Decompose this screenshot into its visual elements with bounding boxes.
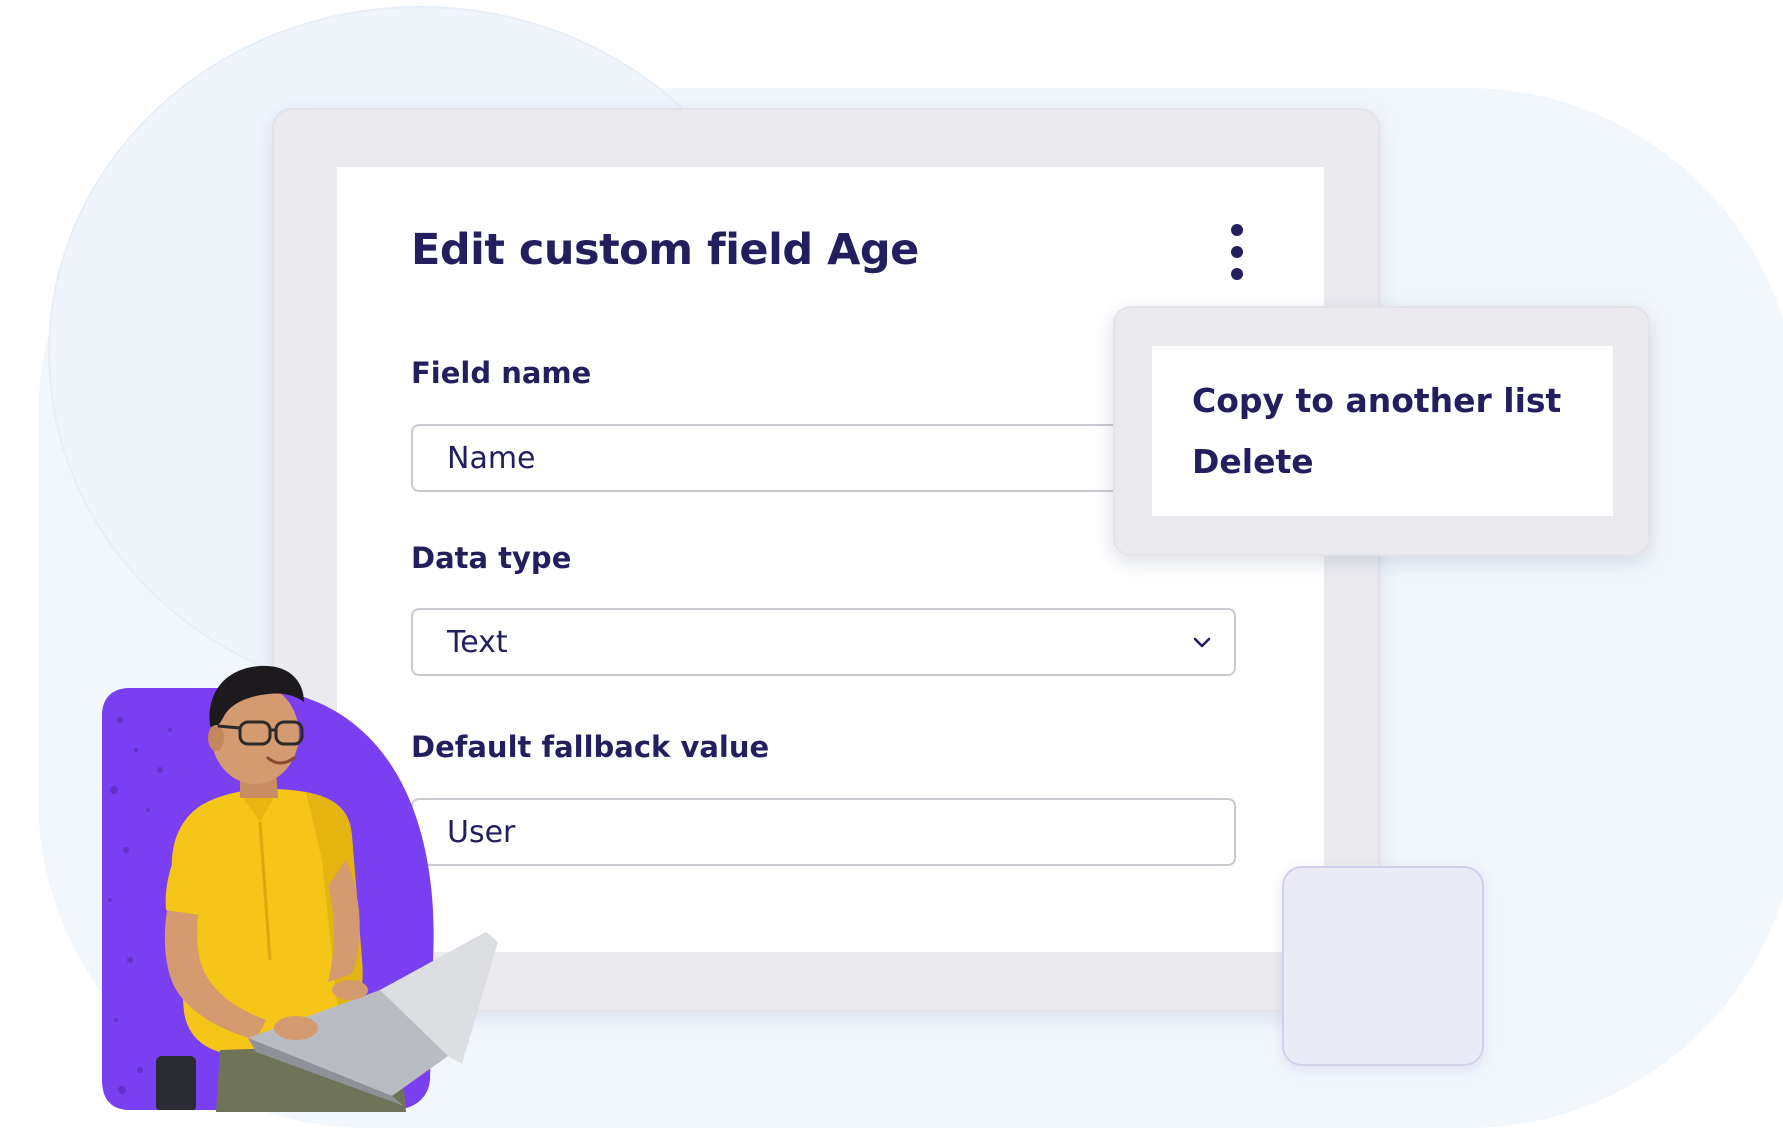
data-type-value: Text xyxy=(447,625,508,660)
chevron-down-icon xyxy=(1193,637,1211,648)
more-vertical-icon[interactable] xyxy=(1220,220,1254,284)
field-name-label: Field name xyxy=(411,356,592,390)
context-menu xyxy=(1152,346,1613,516)
field-name-value: Name xyxy=(447,441,536,476)
marketing-illustration: Edit custom field Age Field name Name Da… xyxy=(0,0,1783,1146)
dialog-title: Edit custom field Age xyxy=(411,225,919,275)
menu-item-delete[interactable]: Delete xyxy=(1192,442,1314,481)
menu-item-copy-to-list[interactable]: Copy to another list xyxy=(1192,381,1561,420)
person-with-laptop-image xyxy=(102,665,498,1112)
data-type-label: Data type xyxy=(411,541,572,575)
decorative-tile xyxy=(1282,866,1484,1066)
